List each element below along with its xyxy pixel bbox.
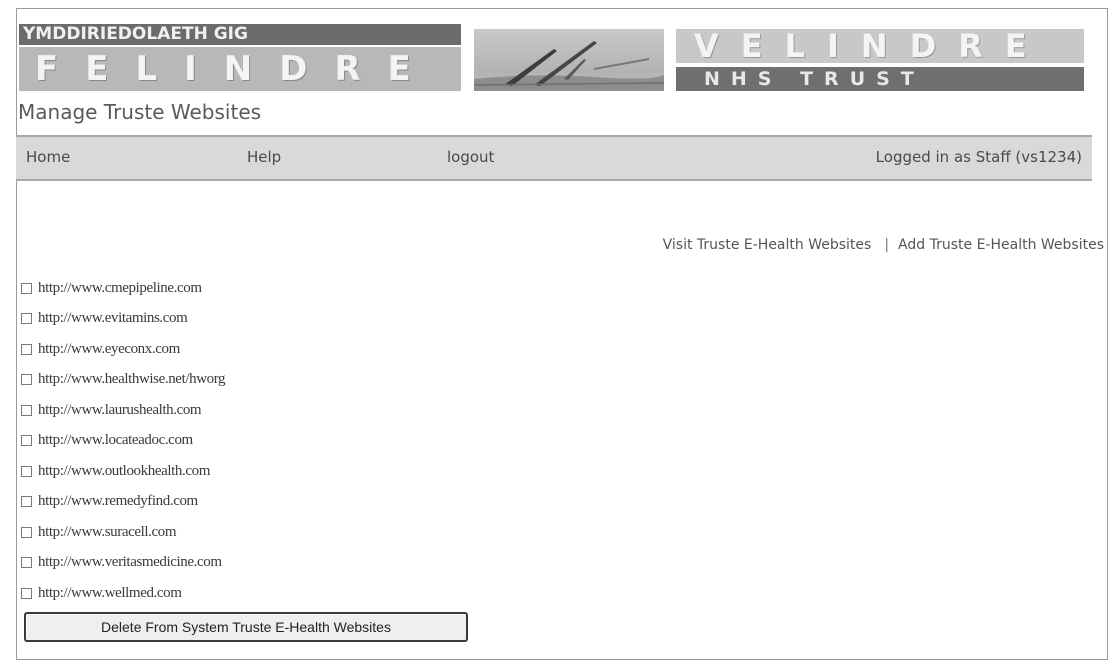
- website-checkbox[interactable]: [21, 374, 32, 386]
- list-item: http://www.outlookhealth.com: [21, 456, 225, 487]
- list-item: http://www.wellmed.com: [21, 578, 225, 609]
- list-item: http://www.remedyfind.com: [21, 487, 225, 518]
- list-item: http://www.laurushealth.com: [21, 395, 225, 426]
- website-url: http://www.healthwise.net/hworg: [38, 371, 226, 388]
- add-websites-link[interactable]: Add Truste E-Health Websites: [898, 237, 1104, 253]
- list-item: http://www.eyeconx.com: [21, 334, 225, 365]
- website-url: http://www.locateadoc.com: [38, 432, 193, 449]
- website-checkbox[interactable]: [21, 587, 32, 599]
- website-checkbox[interactable]: [21, 435, 32, 447]
- website-url: http://www.veritasmedicine.com: [38, 554, 222, 571]
- list-item: http://www.suracell.com: [21, 517, 225, 548]
- nav-home-link[interactable]: Home: [26, 148, 70, 166]
- velindre-logo: VELINDRE NHS TRUST: [676, 29, 1084, 91]
- website-checkbox[interactable]: [21, 282, 32, 294]
- logged-in-status: Logged in as Staff (vs1234): [875, 148, 1082, 166]
- website-checkbox[interactable]: [21, 496, 32, 508]
- website-url: http://www.cmepipeline.com: [38, 279, 202, 296]
- website-url: http://www.remedyfind.com: [38, 493, 198, 510]
- website-url: http://www.laurushealth.com: [38, 401, 202, 418]
- website-url: http://www.evitamins.com: [38, 310, 188, 327]
- website-checkbox[interactable]: [21, 557, 32, 569]
- website-checkbox[interactable]: [21, 526, 32, 538]
- website-checkbox[interactable]: [21, 404, 32, 416]
- felindre-wordmark: FELINDRE: [19, 47, 461, 91]
- nhs-trust-label: NHS TRUST: [676, 67, 1084, 91]
- list-item: http://www.veritasmedicine.com: [21, 548, 225, 579]
- list-item: http://www.locateadoc.com: [21, 426, 225, 457]
- visit-websites-link[interactable]: Visit Truste E-Health Websites: [663, 237, 872, 253]
- website-url: http://www.outlookhealth.com: [38, 462, 210, 479]
- nav-logout-link[interactable]: logout: [447, 148, 494, 166]
- page-title: Manage Truste Websites: [18, 100, 262, 124]
- website-list: http://www.cmepipeline.com http://www.ev…: [21, 273, 226, 609]
- website-url: http://www.wellmed.com: [38, 584, 182, 601]
- website-action-links: Visit Truste E-Health Websites | Add Trust…: [663, 237, 1104, 253]
- nav-bar: Home Help logout Logged in as Staff (vs1…: [16, 135, 1092, 181]
- website-checkbox[interactable]: [21, 313, 32, 325]
- list-item: http://www.healthwise.net/hworg: [21, 365, 226, 396]
- website-checkbox[interactable]: [21, 343, 32, 355]
- nav-help-link[interactable]: Help: [247, 148, 281, 166]
- delete-websites-button[interactable]: Delete From System Truste E-Health Websi…: [24, 612, 468, 642]
- header-banner: YMDDIRIEDOLAETH GIG FELINDRE VELINDRE NH…: [8, 24, 1084, 94]
- list-item: http://www.evitamins.com: [21, 304, 225, 335]
- website-url: http://www.suracell.com: [38, 523, 177, 540]
- velindre-wordmark: VELINDRE: [676, 29, 1084, 63]
- link-separator: |: [884, 237, 890, 253]
- list-item: http://www.cmepipeline.com: [21, 273, 225, 304]
- landscape-image: [474, 29, 664, 91]
- welsh-trust-name: YMDDIRIEDOLAETH GIG: [19, 24, 461, 45]
- felindre-logo: YMDDIRIEDOLAETH GIG FELINDRE: [19, 24, 461, 91]
- website-url: http://www.eyeconx.com: [38, 340, 180, 357]
- website-checkbox[interactable]: [21, 465, 32, 477]
